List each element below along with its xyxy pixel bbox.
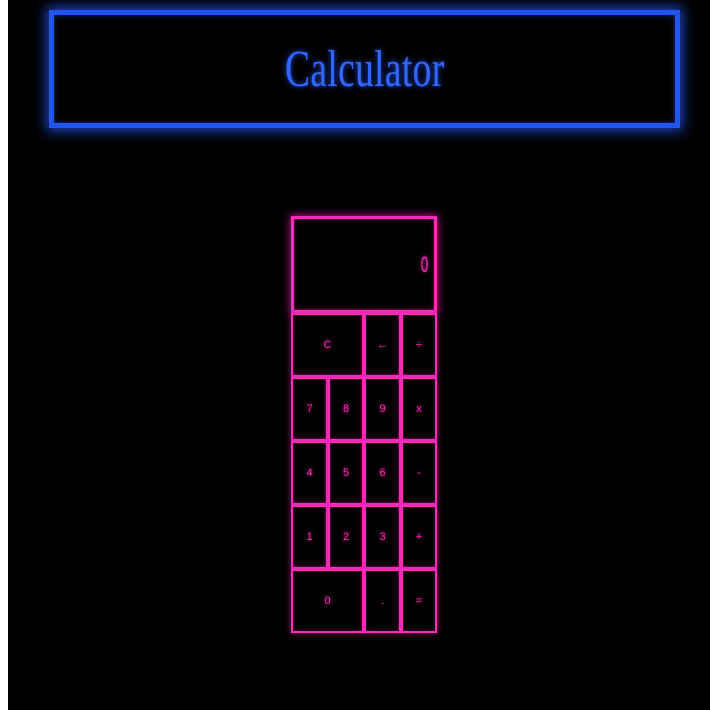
digit-1-button[interactable]: 1 xyxy=(291,505,328,569)
divide-button[interactable]: ÷ xyxy=(401,313,437,377)
app-canvas: Calculator 0 C ← ÷ 7 8 9 x 4 5 6 - 1 2 3… xyxy=(8,0,710,710)
digit-0-button[interactable]: 0 xyxy=(291,569,364,633)
backspace-button[interactable]: ← xyxy=(364,313,401,377)
digit-5-button[interactable]: 5 xyxy=(328,441,364,505)
subtract-button[interactable]: - xyxy=(401,441,437,505)
calculator-display: 0 xyxy=(291,216,437,313)
digit-7-button[interactable]: 7 xyxy=(291,377,328,441)
decimal-button[interactable]: . xyxy=(364,569,401,633)
calculator: 0 C ← ÷ 7 8 9 x 4 5 6 - 1 2 3 + 0 . = xyxy=(291,216,437,633)
digit-2-button[interactable]: 2 xyxy=(328,505,364,569)
clear-button[interactable]: C xyxy=(291,313,364,377)
digit-8-button[interactable]: 8 xyxy=(328,377,364,441)
add-button[interactable]: + xyxy=(401,505,437,569)
header-banner: Calculator xyxy=(49,10,680,128)
multiply-button[interactable]: x xyxy=(401,377,437,441)
digit-4-button[interactable]: 4 xyxy=(291,441,328,505)
page: Calculator 0 C ← ÷ 7 8 9 x 4 5 6 - 1 2 3… xyxy=(0,0,710,710)
equals-button[interactable]: = xyxy=(401,569,437,633)
digit-9-button[interactable]: 9 xyxy=(364,377,401,441)
digit-3-button[interactable]: 3 xyxy=(364,505,401,569)
digit-6-button[interactable]: 6 xyxy=(364,441,401,505)
page-title: Calculator xyxy=(284,40,445,98)
display-value: 0 xyxy=(420,251,428,277)
